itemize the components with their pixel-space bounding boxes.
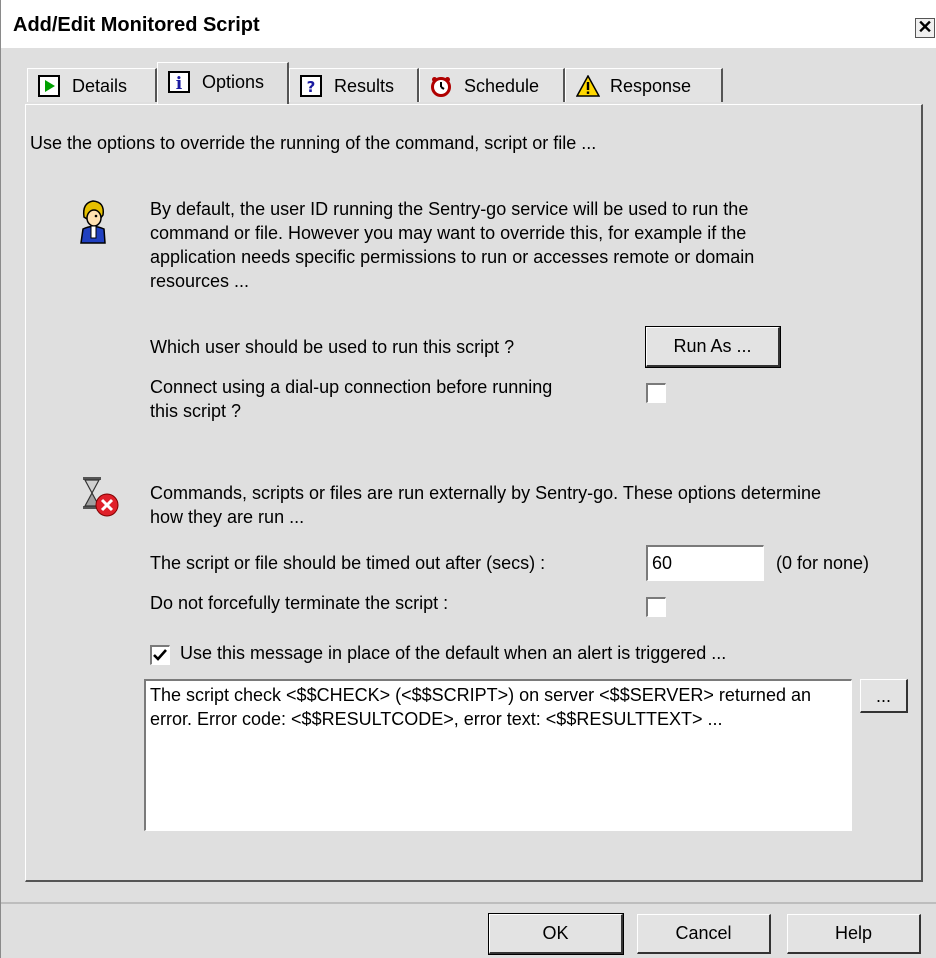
- tab-label: Details: [72, 76, 128, 96]
- checkmark-icon: [153, 649, 167, 661]
- use-message-checkbox[interactable]: [150, 645, 170, 665]
- use-message-label: Use this message in place of the default…: [180, 643, 727, 663]
- tab-label: Options: [202, 72, 265, 92]
- ok-button[interactable]: OK: [488, 913, 624, 955]
- close-button[interactable]: ✕: [915, 18, 935, 38]
- window-title: Add/Edit Monitored Script: [13, 14, 260, 36]
- svg-text:i: i: [176, 74, 183, 93]
- alert-message-textarea[interactable]: The script check <$$CHECK> (<$$SCRIPT>) …: [144, 679, 852, 831]
- timeout-hint: (0 for none): [776, 553, 870, 573]
- run-as-question: Which user should be used to run this sc…: [150, 337, 515, 357]
- no-terminate-label: Do not forcefully terminate the script :: [150, 593, 449, 613]
- run-as-button[interactable]: Run As ...: [645, 326, 781, 368]
- no-terminate-checkbox[interactable]: [646, 597, 666, 617]
- title-bar: Add/Edit Monitored Script ✕: [1, 0, 936, 48]
- play-icon: [38, 75, 60, 97]
- intro-text: Use the options to override the running …: [30, 133, 597, 153]
- cancel-button[interactable]: Cancel: [637, 914, 771, 954]
- options-panel: Use the options to override the running …: [25, 104, 923, 882]
- tab-options[interactable]: i Options: [157, 62, 289, 104]
- svg-text:?: ?: [307, 78, 316, 96]
- footer-separator: [1, 902, 936, 904]
- tab-label: Schedule: [464, 76, 540, 96]
- tab-details[interactable]: Details: [27, 68, 157, 102]
- dialup-checkbox[interactable]: [646, 383, 666, 403]
- close-icon: ✕: [917, 17, 933, 37]
- tab-response[interactable]: Response: [565, 68, 723, 102]
- tab-label: Results: [334, 76, 395, 96]
- warning-icon: [575, 74, 601, 97]
- dialup-question: Connect using a dial-up connection befor…: [150, 377, 553, 421]
- browse-message-button[interactable]: ...: [860, 679, 908, 713]
- tab-schedule[interactable]: Schedule: [419, 68, 565, 102]
- question-icon: ?: [300, 75, 322, 97]
- dialog-window: Add/Edit Monitored Script ✕ Details i Op: [0, 0, 936, 958]
- timeout-label: The script or file should be timed out a…: [150, 553, 546, 573]
- timeout-description: Commands, scripts or files are run exter…: [150, 483, 821, 527]
- tab-label: Response: [610, 76, 692, 96]
- help-button[interactable]: Help: [787, 914, 921, 954]
- user-icon: [78, 197, 108, 245]
- user-description: By default, the user ID running the Sent…: [150, 199, 755, 291]
- alarm-clock-icon: [430, 75, 452, 97]
- tab-results[interactable]: ? Results: [289, 68, 419, 102]
- timeout-input[interactable]: [646, 545, 764, 581]
- info-icon: i: [168, 71, 190, 94]
- hourglass-error-icon: [80, 475, 120, 519]
